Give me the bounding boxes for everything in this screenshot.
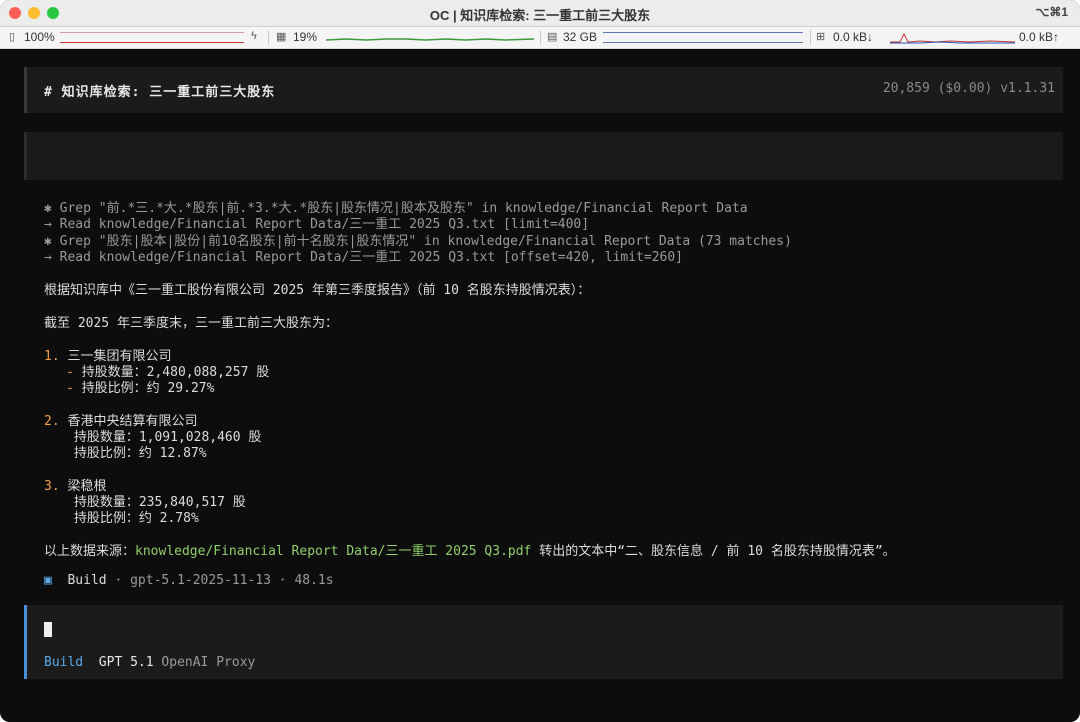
status-bar: ▯ 100% ϟ ▦ 19% ▤ 32 GB ⊞ 0.0 kB↓ 0.0 kB↑: [0, 27, 1080, 49]
network-icon: ⊞: [816, 31, 826, 43]
net-upload: 0.0 kB↑: [1019, 30, 1060, 44]
memory-bar: [603, 32, 803, 43]
memory-icon: ▤: [547, 31, 558, 43]
net-download: 0.0 kB↓: [833, 30, 874, 44]
build-icon: ▣: [44, 573, 52, 588]
network-graph: [890, 32, 1015, 44]
empty-panel: [24, 132, 1063, 180]
answer-source: 以上数据来源：knowledge/Financial Report Data/三…: [44, 544, 896, 559]
mode-label[interactable]: Build: [44, 655, 83, 670]
model-label[interactable]: GPT 5.1: [99, 655, 154, 670]
arrow-icon: →: [44, 250, 52, 265]
tool-call: → Read knowledge/Financial Report Data/三…: [44, 250, 684, 265]
terminal-content: # 知识库检索: 三一重工前三大股东 20,859 ($0.00) v1.1.3…: [0, 49, 1080, 722]
charging-icon: ϟ: [251, 30, 257, 42]
memory-usage: 32 GB: [563, 30, 598, 44]
build-status: ▣ Build · gpt-5.1-2025-11-13 · 48.1s: [44, 573, 334, 588]
terminal-window: OC | 知识库检索: 三一重工前三大股东 ⌥⌘1 ▯ 100% ϟ ▦ 19%…: [0, 0, 1080, 722]
battery-bar: [60, 32, 244, 43]
cpu-graph: [326, 38, 534, 41]
prompt-input[interactable]: Build GPT 5.1 OpenAI Proxy: [24, 605, 1063, 679]
cpu-usage: 19%: [293, 30, 318, 44]
text-cursor: [44, 622, 52, 637]
shareholder-ratio: 持股比例：约 2.78%: [66, 511, 199, 526]
shareholder-ratio: 持股比例：约 12.87%: [66, 446, 207, 461]
session-meta: 20,859 ($0.00) v1.1.31: [882, 81, 1055, 96]
window-title: OC | 知识库检索: 三一重工前三大股东: [429, 8, 651, 23]
mode-line: Build GPT 5.1 OpenAI Proxy: [44, 655, 255, 670]
answer-summary: 截至 2025 年三季度末，三一重工前三大股东为：: [44, 316, 338, 331]
battery-level: 100%: [24, 30, 55, 44]
shareholder-ratio: - 持股比例：约 29.27%: [66, 381, 215, 396]
provider-label: OpenAI Proxy: [161, 655, 256, 670]
session-title: # 知识库检索: 三一重工前三大股东: [44, 85, 276, 100]
battery-icon: ▯: [9, 31, 16, 43]
window-shortcut: ⌥⌘1: [1035, 5, 1068, 19]
title-bar: OC | 知识库检索: 三一重工前三大股东 ⌥⌘1: [0, 0, 1080, 27]
source-link[interactable]: knowledge/Financial Report Data/三一重工 202…: [135, 544, 531, 559]
cpu-icon: ▦: [276, 31, 287, 43]
session-header: # 知识库检索: 三一重工前三大股东 20,859 ($0.00) v1.1.3…: [24, 67, 1063, 113]
answer-intro: 根据知识库中《三一重工股份有限公司 2025 年第三季度报告》（前 10 名股东…: [44, 283, 591, 298]
